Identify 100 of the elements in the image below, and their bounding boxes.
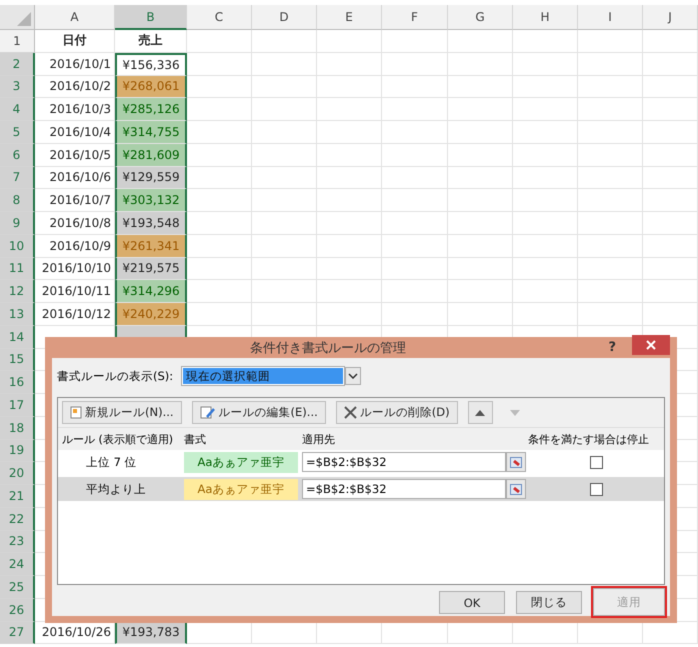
table-cell (187, 166, 252, 190)
table-cell (513, 189, 578, 212)
table-cell (252, 121, 317, 144)
range-field[interactable]: =$B$2:$B$32 (302, 479, 506, 499)
table-cell (382, 30, 448, 53)
column-header[interactable]: H (513, 5, 578, 30)
rule-row[interactable]: 平均より上 Aaあぁアァ亜宇 =$B$2:$B$32 (58, 477, 664, 501)
table-cell (578, 234, 643, 258)
row-header[interactable]: 11 (0, 258, 35, 280)
column-header[interactable]: G (448, 5, 513, 30)
row-header[interactable]: 8 (0, 189, 35, 212)
table-cell (252, 258, 317, 280)
table-cell: ¥219,575 (115, 258, 187, 280)
table-cell: ¥129,559 (115, 166, 187, 190)
table-cell: ¥314,296 (115, 280, 187, 303)
table-cell: ¥261,341 (115, 234, 187, 258)
table-cell (187, 76, 252, 98)
row-header[interactable]: 26 (0, 598, 35, 622)
row-header[interactable]: 21 (0, 485, 35, 508)
table-cell (578, 166, 643, 190)
table-cell (382, 144, 448, 166)
row-header[interactable]: 25 (0, 576, 35, 599)
row-header[interactable]: 1 (0, 30, 35, 53)
table-cell (448, 166, 513, 190)
stop-checkbox[interactable] (590, 456, 602, 468)
table-cell (578, 280, 643, 303)
column-header[interactable]: I (578, 5, 643, 30)
column-heading: ルール (表示順で適用) (62, 432, 174, 446)
table-cell: ¥303,132 (115, 189, 187, 212)
range-field[interactable]: =$B$2:$B$32 (302, 452, 506, 472)
delete-x-icon (344, 406, 357, 419)
table-cell (513, 98, 578, 121)
delete-rule-button[interactable]: ルールの削除(D) (336, 401, 458, 424)
row-header[interactable]: 24 (0, 553, 35, 576)
row-header[interactable]: 23 (0, 530, 35, 554)
column-header[interactable]: D (252, 5, 317, 30)
table-cell (317, 144, 382, 166)
table-cell (187, 189, 252, 212)
move-up-button[interactable] (468, 401, 493, 424)
row-header[interactable]: 15 (0, 348, 35, 372)
format-preview: Aaあぁアァ亜宇 (184, 452, 298, 472)
rule-row[interactable]: 上位 7 位 Aaあぁアァ亜宇 =$B$2:$B$32 (58, 450, 664, 474)
row-header[interactable]: 9 (0, 212, 35, 235)
table-cell (643, 303, 698, 326)
row-header[interactable]: 18 (0, 416, 35, 440)
column-header[interactable]: C (187, 5, 252, 30)
edit-rule-button[interactable]: ルールの編集(E)... (192, 401, 326, 424)
row-header[interactable]: 16 (0, 371, 35, 394)
close-button[interactable] (632, 334, 670, 354)
table-cell (382, 98, 448, 121)
column-header[interactable]: A (35, 5, 115, 30)
dialog-button[interactable]: OK (439, 591, 505, 614)
row-header[interactable]: 19 (0, 440, 35, 462)
table-cell (187, 234, 252, 258)
row-header[interactable]: 27 (0, 622, 35, 644)
row-header[interactable]: 5 (0, 121, 35, 144)
row-header[interactable]: 22 (0, 508, 35, 530)
range-picker-button[interactable] (506, 452, 526, 472)
column-heading: 条件を満たす場合は停止 (528, 432, 650, 446)
table-cell (643, 166, 698, 190)
dialog-button[interactable]: 閉じる (516, 591, 582, 614)
row-header[interactable]: 12 (0, 280, 35, 303)
table-cell: 日付 (35, 30, 115, 53)
column-header[interactable]: E (317, 5, 382, 30)
row-header[interactable]: 3 (0, 76, 35, 98)
table-cell (643, 144, 698, 166)
table-cell: ¥193,783 (115, 622, 187, 644)
table-cell (513, 234, 578, 258)
table-cell (252, 52, 317, 76)
row-header[interactable]: 20 (0, 462, 35, 485)
show-rules-label: 書式ルールの表示(S): (57, 368, 174, 384)
table-cell: ¥193,548 (115, 212, 187, 235)
table-cell (382, 258, 448, 280)
row-header[interactable]: 6 (0, 144, 35, 166)
table-cell (252, 144, 317, 166)
row-header[interactable]: 7 (0, 166, 35, 190)
row-header[interactable]: 2 (0, 52, 35, 76)
table-cell (643, 280, 698, 303)
row-header[interactable]: 13 (0, 303, 35, 326)
show-rules-dropdown[interactable]: 現在の選択範囲 (181, 366, 346, 386)
table-cell (382, 280, 448, 303)
dropdown-button[interactable] (345, 367, 362, 385)
table-cell (513, 121, 578, 144)
table-cell (578, 98, 643, 121)
table-cell (382, 234, 448, 258)
help-button[interactable]: ? (604, 340, 620, 355)
row-header[interactable]: 10 (0, 234, 35, 258)
new-rule-button[interactable]: 新規ルール(N)... (62, 401, 182, 424)
column-header[interactable]: J (643, 5, 698, 30)
row-header[interactable]: 14 (0, 326, 35, 348)
chevron-down-icon (348, 373, 358, 379)
column-header[interactable]: B (115, 5, 187, 30)
table-cell (187, 98, 252, 121)
stop-checkbox[interactable] (590, 482, 602, 496)
table-cell (578, 121, 643, 144)
column-header[interactable]: F (382, 5, 448, 30)
row-header[interactable]: 4 (0, 98, 35, 121)
edit-pencil-icon (200, 406, 216, 420)
range-picker-button[interactable] (506, 479, 526, 499)
row-header[interactable]: 17 (0, 394, 35, 417)
